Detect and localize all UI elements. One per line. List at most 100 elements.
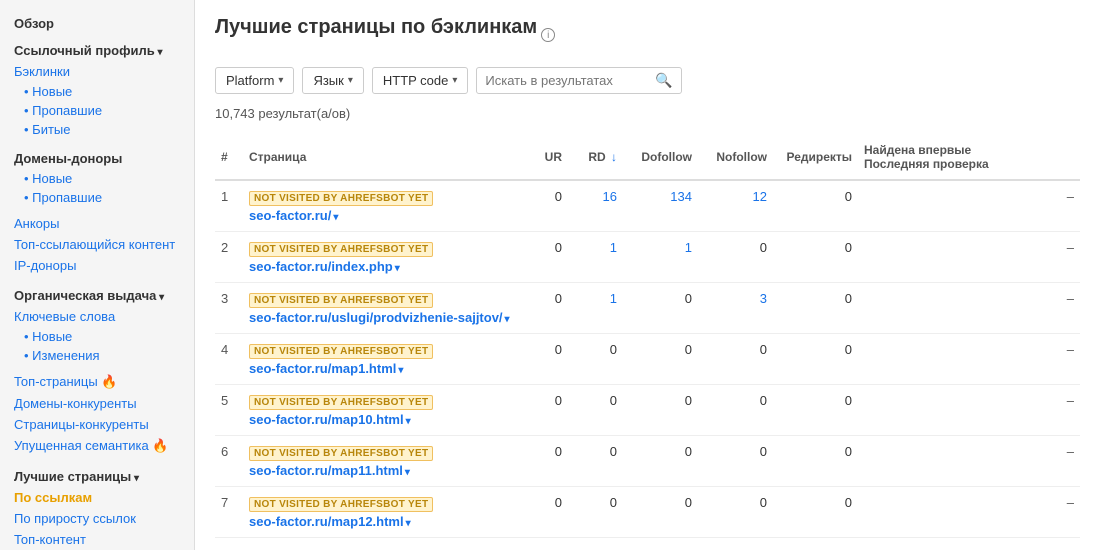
table-header-row: # Страница UR RD ↓ Dofollow Nofollow Ред…	[215, 135, 1080, 180]
page-link[interactable]: seo-factor.ru/▾	[249, 208, 338, 223]
language-arrow: ▾	[348, 75, 353, 86]
http-filter[interactable]: HTTP code ▾	[372, 67, 469, 94]
platform-arrow: ▾	[278, 75, 283, 86]
sidebar-section-best-pages[interactable]: Лучшие страницы	[0, 463, 194, 487]
page-link[interactable]: seo-factor.ru/map11.html▾	[249, 463, 410, 478]
page-link[interactable]: seo-factor.ru/map1.html▾	[249, 361, 403, 376]
cell-num: 4	[215, 334, 243, 385]
col-rd[interactable]: RD ↓	[568, 135, 623, 180]
not-visited-badge: NOT VISITED BY AHREFSBOT YET	[249, 344, 433, 359]
found-line1: Найдена впервые	[864, 143, 971, 157]
page-dropdown-arrow[interactable]: ▾	[406, 518, 411, 529]
sidebar-section-donor-domains[interactable]: Домены-доноры	[0, 145, 194, 169]
rd-label: RD	[588, 150, 605, 164]
page-dropdown-arrow[interactable]: ▾	[505, 314, 510, 325]
sidebar-item-backlinks[interactable]: Бэклинки	[0, 61, 194, 82]
cell-nofollow[interactable]: 3	[698, 283, 773, 334]
page-title: Лучшие страницы по бэклинкам	[215, 16, 537, 39]
not-visited-badge: NOT VISITED BY AHREFSBOT YET	[249, 446, 433, 461]
results-count: 10,743 результат(а/ов)	[215, 106, 1080, 121]
cell-num: 5	[215, 385, 243, 436]
sidebar-item-top-pages[interactable]: Топ-страницы 🔥	[0, 371, 194, 393]
cell-num: 1	[215, 180, 243, 232]
cell-dash: –	[858, 334, 1080, 385]
cell-dash: –	[858, 385, 1080, 436]
cell-redirects: 0	[773, 232, 858, 283]
info-icon[interactable]: i	[541, 28, 555, 42]
platform-filter[interactable]: Platform ▾	[215, 67, 294, 94]
sidebar-section-link-profile[interactable]: Ссылочный профиль	[0, 37, 194, 61]
sidebar-item-by-links[interactable]: По ссылкам	[0, 487, 194, 508]
col-nofollow: Nofollow	[698, 135, 773, 180]
cell-nofollow: 0	[698, 232, 773, 283]
cell-rd: 0	[568, 487, 623, 538]
not-visited-badge: NOT VISITED BY AHREFSBOT YET	[249, 191, 433, 206]
page-dropdown-arrow[interactable]: ▾	[395, 263, 400, 274]
sidebar-item-overview[interactable]: Обзор	[0, 10, 194, 37]
cell-rd[interactable]: 1	[568, 283, 623, 334]
cell-num: 7	[215, 487, 243, 538]
page-dropdown-arrow[interactable]: ▾	[406, 416, 411, 427]
sidebar-item-broken[interactable]: Битые	[0, 120, 194, 139]
cell-dofollow: 0	[623, 283, 698, 334]
cell-dofollow: 0	[623, 487, 698, 538]
sidebar-item-kw-changes[interactable]: Изменения	[0, 346, 194, 365]
cell-dofollow[interactable]: 134	[623, 180, 698, 232]
page-link[interactable]: seo-factor.ru/index.php▾	[249, 259, 400, 274]
search-input[interactable]	[485, 73, 655, 88]
sidebar-item-keywords[interactable]: Ключевые слова	[0, 306, 194, 327]
page-dropdown-arrow[interactable]: ▾	[398, 365, 403, 376]
sidebar-section-organic[interactable]: Органическая выдача	[0, 282, 194, 306]
search-container: 🔍	[476, 67, 681, 94]
sidebar-item-top-content[interactable]: Топ-контент	[0, 529, 194, 550]
sidebar-item-competitor-domains[interactable]: Домены-конкуренты	[0, 393, 194, 414]
cell-num: 6	[215, 436, 243, 487]
sidebar-item-by-growth[interactable]: По приросту ссылок	[0, 508, 194, 529]
sidebar-item-ip-donors[interactable]: IP-доноры	[0, 255, 194, 276]
cell-dash: –	[858, 232, 1080, 283]
cell-ur: 0	[523, 180, 568, 232]
sidebar-item-top-linking[interactable]: Топ-ссылающийся контент	[0, 234, 194, 255]
cell-page: NOT VISITED BY AHREFSBOT YET seo-factor.…	[243, 334, 523, 385]
cell-dofollow[interactable]: 1	[623, 232, 698, 283]
cell-page: NOT VISITED BY AHREFSBOT YET seo-factor.…	[243, 232, 523, 283]
cell-redirects: 0	[773, 334, 858, 385]
cell-dofollow: 0	[623, 385, 698, 436]
page-dropdown-arrow[interactable]: ▾	[333, 212, 338, 223]
cell-nofollow[interactable]: 12	[698, 180, 773, 232]
cell-nofollow: 0	[698, 334, 773, 385]
not-visited-badge: NOT VISITED BY AHREFSBOT YET	[249, 395, 433, 410]
page-dropdown-arrow[interactable]: ▾	[405, 467, 410, 478]
language-filter[interactable]: Язык ▾	[302, 67, 363, 94]
cell-redirects: 0	[773, 180, 858, 232]
http-label: HTTP code	[383, 73, 449, 88]
cell-rd[interactable]: 16	[568, 180, 623, 232]
cell-dash: –	[858, 180, 1080, 232]
sidebar-item-new[interactable]: Новые	[0, 82, 194, 101]
sidebar-item-lost[interactable]: Пропавшие	[0, 101, 194, 120]
filters-row: Platform ▾ Язык ▾ HTTP code ▾ 🔍	[215, 67, 1080, 94]
page-link[interactable]: seo-factor.ru/map12.html▾	[249, 514, 411, 529]
sidebar-item-donor-lost[interactable]: Пропавшие	[0, 188, 194, 207]
sidebar-item-lost-semantics[interactable]: Упущенная семантика 🔥	[0, 435, 194, 457]
table-row: 5 NOT VISITED BY AHREFSBOT YET seo-facto…	[215, 385, 1080, 436]
language-label: Язык	[313, 73, 343, 88]
search-icon[interactable]: 🔍	[655, 72, 672, 89]
main-content: Лучшие страницы по бэклинкам i Platform …	[195, 0, 1100, 550]
cell-dash: –	[858, 436, 1080, 487]
sidebar-item-competitor-pages[interactable]: Страницы-конкуренты	[0, 414, 194, 435]
cell-nofollow: 0	[698, 487, 773, 538]
table-row: 1 NOT VISITED BY AHREFSBOT YET seo-facto…	[215, 180, 1080, 232]
cell-redirects: 0	[773, 487, 858, 538]
sidebar-item-kw-new[interactable]: Новые	[0, 327, 194, 346]
table-body: 1 NOT VISITED BY AHREFSBOT YET seo-facto…	[215, 180, 1080, 538]
found-line2: Последняя проверка	[864, 157, 989, 171]
page-link[interactable]: seo-factor.ru/map10.html▾	[249, 412, 411, 427]
cell-num: 2	[215, 232, 243, 283]
cell-dofollow: 0	[623, 436, 698, 487]
sidebar-item-donor-new[interactable]: Новые	[0, 169, 194, 188]
cell-rd[interactable]: 1	[568, 232, 623, 283]
sidebar-item-anchors[interactable]: Анкоры	[0, 213, 194, 234]
page-link[interactable]: seo-factor.ru/uslugi/prodvizhenie-sajjto…	[249, 310, 510, 325]
cell-ur: 0	[523, 232, 568, 283]
